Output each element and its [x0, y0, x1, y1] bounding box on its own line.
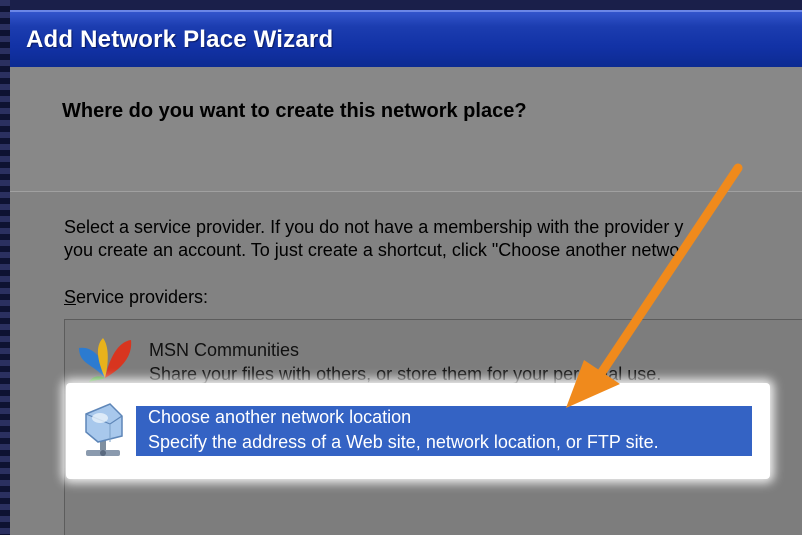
service-providers-label: Service providers: [64, 287, 209, 307]
description-line-1: Select a service provider. If you do not… [64, 217, 684, 237]
description-text: Select a service provider. If you do not… [64, 216, 683, 262]
network-location-icon [85, 403, 123, 456]
msn-butterfly-icon [79, 338, 132, 382]
selected-item-description[interactable]: Specify the address of a Web site, netwo… [148, 432, 659, 453]
window-title: Add Network Place Wizard [26, 26, 334, 53]
description-line-2: you create an account. To just create a … [64, 240, 680, 260]
title-bar[interactable]: Add Network Place Wizard [10, 10, 802, 69]
desktop-background-edge [0, 0, 10, 535]
wizard-content: Select a service provider. If you do not… [10, 192, 802, 535]
item-title: MSN Communities [149, 340, 300, 360]
wizard-header: Where do you want to create this network… [10, 67, 802, 192]
header-title: Where do you want to create this network… [62, 100, 527, 122]
item-description: Share your files with others, or store t… [149, 364, 662, 384]
selected-item-title[interactable]: Choose another network location [148, 407, 411, 428]
list-item-msn-communities[interactable]: MSN Communities Share your files with ot… [65, 320, 802, 390]
